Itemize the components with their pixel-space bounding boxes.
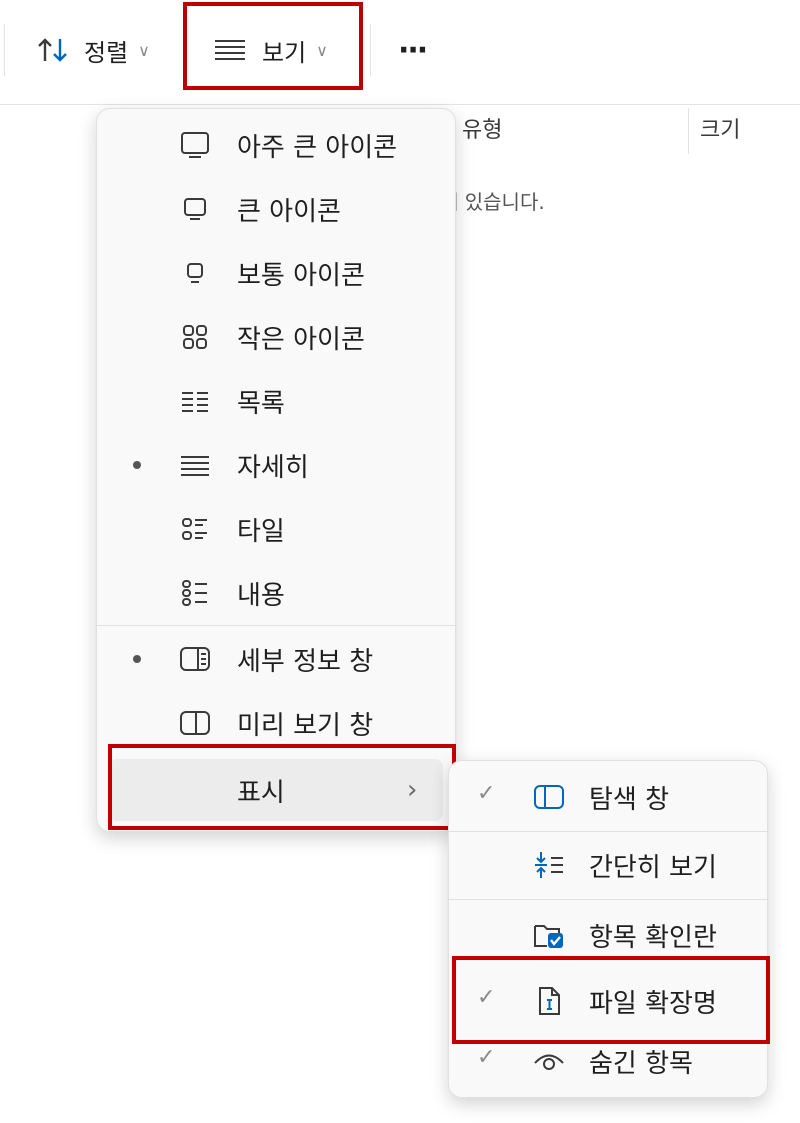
menu-item-label: 자세히 xyxy=(237,452,309,483)
small-icons-icon xyxy=(183,325,207,349)
chevron-down-icon: ∨ xyxy=(138,40,150,60)
command-bar: 정렬 ∨ 보기 ∨ ··· xyxy=(0,0,800,105)
menu-item-details-pane[interactable]: 세부 정보 창 xyxy=(97,629,455,689)
submenu-item-label: 간단히 보기 xyxy=(589,852,717,883)
column-header-type[interactable]: 유형 xyxy=(462,112,502,144)
menu-item-label: 미리 보기 창 xyxy=(237,710,374,741)
highlight-view-button xyxy=(183,2,363,90)
check-icon: ✓ xyxy=(477,1045,496,1070)
column-header-size[interactable]: 크기 xyxy=(700,112,740,144)
menu-item-content[interactable]: 내용 xyxy=(97,563,455,623)
preview-pane-icon xyxy=(180,711,210,735)
show-submenu: ✓ 탐색 창 간단히 보기 항목 확인란 ✓ 파일 확장명 ✓ 숨긴 항목 xyxy=(448,760,768,1098)
toolbar-separator xyxy=(4,24,5,76)
menu-item-label: 큰 아이콘 xyxy=(237,196,341,227)
menu-divider xyxy=(449,831,767,832)
toolbar-separator xyxy=(370,24,371,76)
more-icon: ··· xyxy=(398,32,428,68)
list-icon xyxy=(182,392,208,412)
menu-item-small-icons[interactable]: 작은 아이콘 xyxy=(97,307,455,367)
menu-item-medium-icons[interactable]: 보통 아이콘 xyxy=(97,243,455,303)
highlight-file-extensions-item xyxy=(452,956,770,1044)
menu-item-label: 작은 아이콘 xyxy=(237,324,365,355)
hidden-items-icon xyxy=(534,1054,564,1070)
more-options-button[interactable]: ··· xyxy=(398,22,428,78)
menu-item-extra-large-icons[interactable]: 아주 큰 아이콘 xyxy=(97,115,455,175)
submenu-item-label: 숨긴 항목 xyxy=(589,1048,693,1079)
check-icon: ✓ xyxy=(477,781,496,806)
compact-view-icon xyxy=(535,852,563,878)
medium-icons-icon xyxy=(187,263,203,283)
menu-divider xyxy=(449,899,767,900)
menu-item-label: 내용 xyxy=(237,580,285,611)
details-pane-icon xyxy=(180,647,210,671)
extra-large-icons-icon xyxy=(181,132,209,158)
menu-item-label: 세부 정보 창 xyxy=(237,646,374,677)
view-menu: 아주 큰 아이콘 큰 아이콘 보통 아이콘 작은 아이콘 목록 자세히 타일 내… xyxy=(96,108,456,832)
item-checkbox-icon xyxy=(534,925,563,948)
sort-label: 정렬 xyxy=(84,38,129,67)
navigation-pane-icon xyxy=(534,785,564,809)
menu-divider xyxy=(97,625,455,626)
menu-item-label: 목록 xyxy=(237,388,285,419)
selected-bullet-icon xyxy=(133,655,141,663)
submenu-item-compact-view[interactable]: 간단히 보기 xyxy=(449,835,767,895)
column-separator xyxy=(688,108,689,154)
sort-icon xyxy=(38,38,67,62)
submenu-item-label: 탐색 창 xyxy=(589,784,670,815)
selected-bullet-icon xyxy=(133,461,141,469)
menu-item-label: 아주 큰 아이콘 xyxy=(237,132,398,163)
submenu-item-label: 항목 확인란 xyxy=(589,922,717,953)
large-icons-icon xyxy=(184,198,206,220)
menu-item-list[interactable]: 목록 xyxy=(97,371,455,431)
tiles-icon xyxy=(182,518,207,540)
menu-item-large-icons[interactable]: 큰 아이콘 xyxy=(97,179,455,239)
menu-item-details[interactable]: 자세히 xyxy=(97,435,455,495)
menu-item-label: 타일 xyxy=(237,516,285,547)
sort-button[interactable]: 정렬 ∨ xyxy=(36,22,150,78)
highlight-show-item xyxy=(108,744,456,830)
menu-item-tiles[interactable]: 타일 xyxy=(97,499,455,559)
menu-item-label: 보통 아이콘 xyxy=(237,260,365,291)
submenu-item-navigation-pane[interactable]: ✓ 탐색 창 xyxy=(449,767,767,827)
content-icon xyxy=(182,580,207,606)
details-icon xyxy=(181,456,209,476)
